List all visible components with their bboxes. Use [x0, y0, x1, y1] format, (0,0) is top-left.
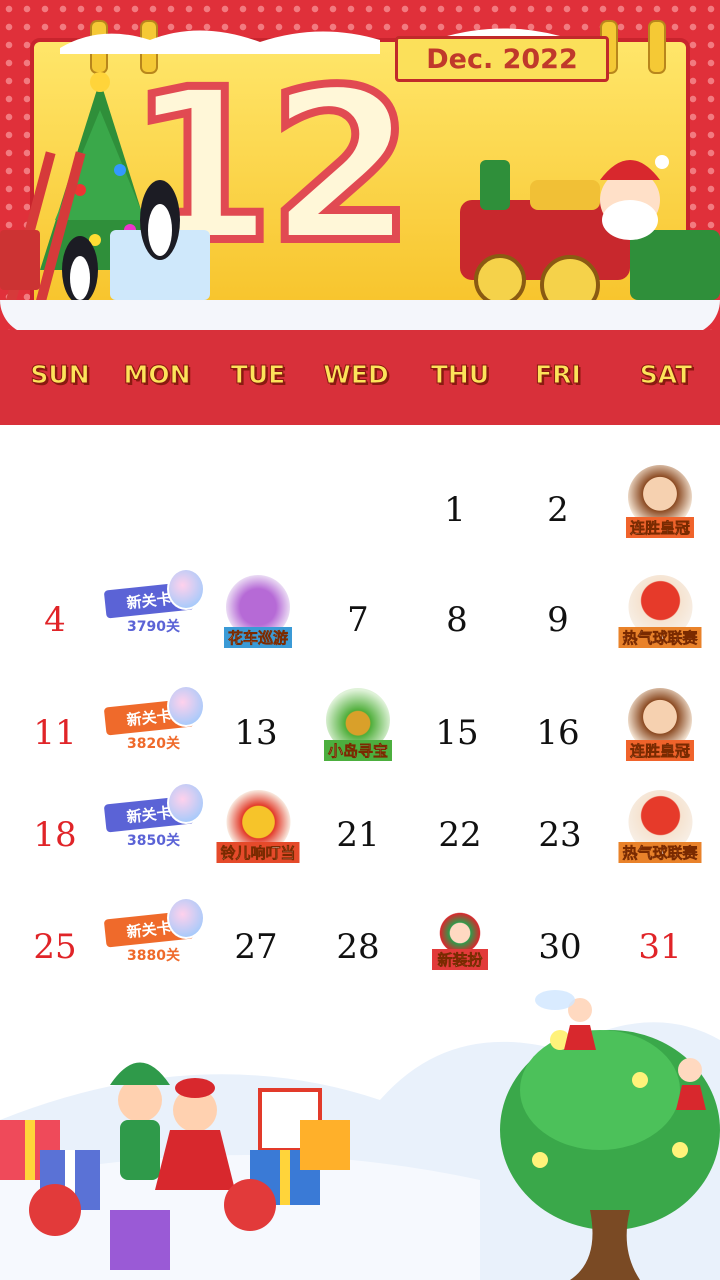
candy-jar-icon [167, 568, 205, 610]
day-30[interactable]: 30 [538, 927, 581, 967]
event-float-parade[interactable]: 花车巡游 [223, 575, 293, 648]
santa-train-illustration [460, 155, 720, 315]
day-28[interactable]: 28 [336, 927, 379, 967]
event-hot-air-balloon-league[interactable]: 热气球联赛 [618, 575, 702, 648]
new-level-badge-3820[interactable]: 新关卡 3820关 [103, 685, 205, 755]
weekday-tue: TUE [230, 360, 286, 390]
weekday-sat: SAT [639, 360, 693, 390]
candy-jar-icon [167, 782, 205, 824]
candy-jar-icon [167, 685, 205, 727]
day-18[interactable]: 18 [33, 815, 76, 855]
footer-christmas-illustration [0, 990, 720, 1280]
day-21[interactable]: 21 [336, 815, 379, 855]
candy-jar-icon [167, 897, 205, 939]
event-new-costume[interactable]: 新装扮 [432, 905, 488, 970]
new-level-badge-3880[interactable]: 新关卡 3880关 [103, 897, 205, 967]
day-15[interactable]: 15 [435, 713, 478, 753]
day-9[interactable]: 9 [547, 600, 569, 640]
day-2[interactable]: 2 [547, 490, 569, 530]
event-winning-streak-crown[interactable]: 连胜皇冠 [625, 465, 695, 538]
day-22[interactable]: 22 [438, 815, 481, 855]
day-1[interactable]: 1 [444, 490, 466, 530]
day-31[interactable]: 31 [638, 927, 681, 967]
month-year-label: Dec. 2022 [395, 36, 609, 82]
weekday-wed: WED [323, 360, 389, 390]
day-4[interactable]: 4 [44, 600, 66, 640]
calendar-banner: 12 Dec. 2022 SUN MON TUE WED THU FRI SAT [0, 0, 720, 425]
event-island-treasure[interactable]: 小岛寻宝 [323, 688, 393, 761]
day-7[interactable]: 7 [347, 600, 369, 640]
day-13[interactable]: 13 [234, 713, 277, 753]
new-level-badge-3850[interactable]: 新关卡 3850关 [103, 782, 205, 852]
day-27[interactable]: 27 [234, 927, 277, 967]
event-hot-air-balloon-league-2[interactable]: 热气球联赛 [618, 790, 702, 863]
day-11[interactable]: 11 [33, 713, 76, 753]
event-winning-streak-crown-2[interactable]: 连胜皇冠 [625, 688, 695, 761]
weekday-sun: SUN [30, 360, 90, 390]
day-16[interactable]: 16 [536, 713, 579, 753]
new-level-badge-3790[interactable]: 新关卡 3790关 [103, 568, 205, 638]
day-8[interactable]: 8 [446, 600, 468, 640]
day-25[interactable]: 25 [33, 927, 76, 967]
weekday-thu: THU [430, 360, 490, 390]
weekday-mon: MON [123, 360, 191, 390]
weekday-fri: FRI [535, 360, 582, 390]
day-23[interactable]: 23 [538, 815, 581, 855]
event-jingle-bells[interactable]: 铃儿响叮当 [216, 790, 300, 863]
